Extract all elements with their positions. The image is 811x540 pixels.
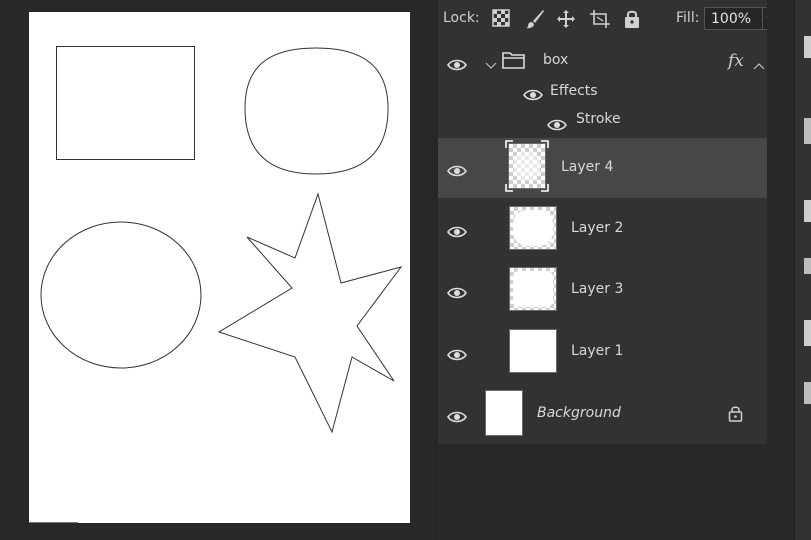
visibility-eye-icon[interactable] [447, 162, 467, 177]
fill-label: Fill: [676, 10, 700, 26]
layer-row-layer-1[interactable]: Layer 1 [434, 320, 767, 383]
visibility-eye-icon[interactable] [447, 56, 467, 71]
layer-name[interactable]: Layer 1 [571, 343, 623, 359]
panel-icon[interactable] [804, 382, 811, 404]
layer-list-empty-area [434, 444, 767, 540]
layer-row-layer-3[interactable]: Layer 3 [434, 259, 767, 321]
stroke-visibility-eye-icon[interactable] [547, 116, 567, 131]
brush-lock-icon[interactable] [525, 9, 545, 29]
panel-divider [434, 0, 438, 540]
lock-bar: Lock: Fill: 100% [434, 0, 779, 38]
layer-thumbnail [509, 206, 557, 250]
layer-row-layer-4[interactable]: Layer 4 [434, 138, 767, 199]
visibility-eye-icon[interactable] [447, 223, 467, 238]
layer-thumbnail [509, 267, 557, 311]
ellipse-shape[interactable] [40, 221, 202, 369]
artboard-lock-icon[interactable] [589, 9, 610, 29]
chevron-down-icon[interactable] [485, 55, 497, 74]
fx-icon[interactable]: fx [728, 51, 744, 71]
effects-visibility-eye-icon[interactable] [523, 86, 543, 101]
canvas-area[interactable] [0, 0, 434, 540]
panel-icon[interactable] [804, 320, 811, 346]
star-shape[interactable] [217, 192, 403, 434]
layer-thumbnail [509, 329, 557, 373]
padlock-icon[interactable] [728, 405, 743, 426]
panel-icon[interactable] [804, 118, 811, 144]
layer-group-box[interactable]: box fx Effects Stroke [434, 38, 767, 138]
layers-panel: Lock: Fill: 100% box fx Effects Stroke L… [434, 0, 779, 540]
selection-corners-icon [505, 140, 549, 192]
transparency-lock-icon[interactable] [492, 9, 512, 29]
chevron-up-icon[interactable] [753, 55, 765, 74]
visibility-eye-icon[interactable] [447, 408, 467, 423]
canvas-edge-marker [29, 522, 78, 523]
canvas-shapes [40, 46, 403, 434]
effects-label[interactable]: Effects [550, 83, 598, 99]
visibility-eye-icon[interactable] [447, 284, 467, 299]
layer-name[interactable]: Layer 2 [571, 220, 623, 236]
fill-value[interactable]: 100% [711, 11, 751, 27]
rounded-square-shape[interactable] [244, 47, 389, 175]
square-shape[interactable] [56, 46, 195, 160]
layer-thumbnail [485, 390, 523, 436]
layer-name[interactable]: Layer 3 [571, 281, 623, 297]
layer-name[interactable]: Background [537, 405, 621, 421]
layer-name[interactable]: Layer 4 [561, 159, 613, 175]
move-lock-icon[interactable] [556, 9, 576, 29]
visibility-eye-icon[interactable] [447, 346, 467, 361]
document-canvas[interactable] [29, 12, 410, 523]
layer-row-layer-2[interactable]: Layer 2 [434, 198, 767, 260]
panel-icon[interactable] [804, 200, 811, 222]
stroke-effect-label[interactable]: Stroke [576, 111, 621, 127]
right-dock-strip [767, 0, 811, 540]
panel-icon[interactable] [804, 36, 811, 58]
folder-icon [502, 51, 525, 73]
layer-row-background[interactable]: Background [434, 382, 767, 444]
lock-label: Lock: [443, 10, 480, 26]
padlock-icon[interactable] [624, 9, 644, 29]
panel-icon[interactable] [804, 258, 811, 274]
group-name: box [543, 52, 569, 68]
